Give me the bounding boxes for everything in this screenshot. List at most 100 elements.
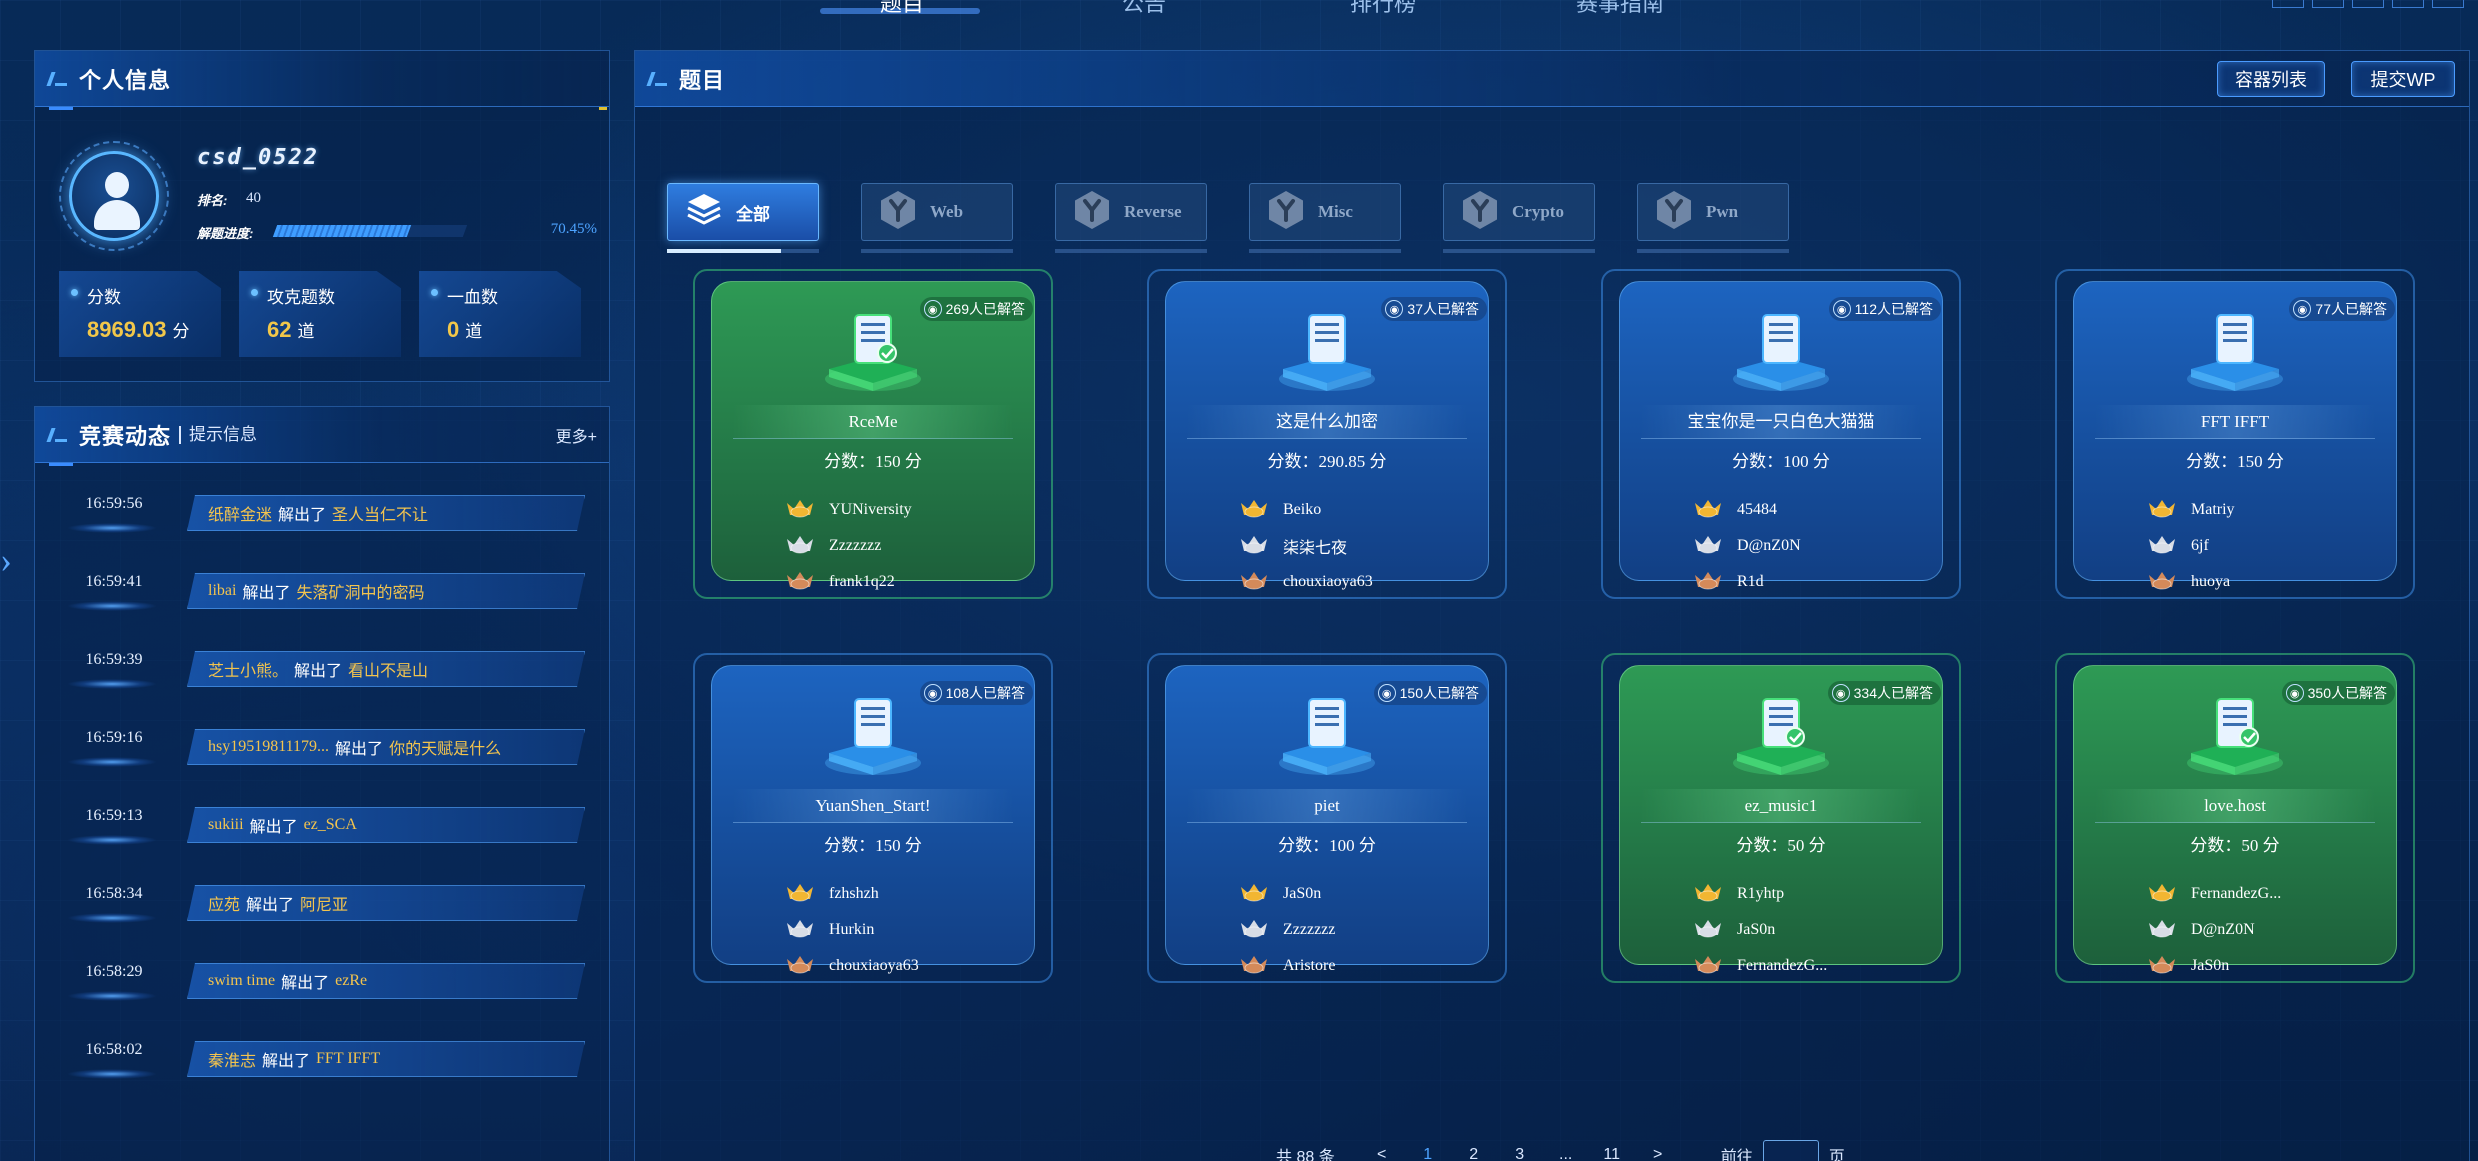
feed-message[interactable]: sukiii 解出了 ez_SCA [187,807,585,843]
feed-challenge[interactable]: 失落矿洞中的密码 [296,579,424,603]
challenge-card[interactable]: ◉ 108人已解答 YuanShen_Start! 分数：150 分 fzhshzh Hu… [693,653,1053,983]
category-tab-全部[interactable]: 全部 [667,183,819,263]
feed-message[interactable]: hsy19519811179... 解出了 你的天赋是什么 [187,729,585,765]
solve-count-badge: ◉ 350人已解答 [2281,681,2395,705]
feed-message[interactable]: libai 解出了 失落矿洞中的密码 [187,573,585,609]
stat-label: 分数 [87,288,121,307]
solver-name: JaS0n [2191,957,2230,974]
score-unit: 分 [904,836,922,855]
page-button-3[interactable]: 3 [1497,1146,1543,1161]
feed-user[interactable]: 芝士小熊。 [208,657,288,681]
top-solver-row: chouxiaoya63 [785,953,919,979]
solver-name: 柒柒七夜 [1283,540,1348,557]
solve-count: 350人已解答 [2307,685,2387,701]
users-icon: ◉ [1832,300,1851,318]
solver-name: chouxiaoya63 [1283,573,1373,590]
time-glow [67,991,157,1001]
feed-challenge[interactable]: FFT IFFT [316,1050,380,1068]
stat-first-blood: 一血数 0道 [419,271,581,357]
feed-message[interactable]: 纸醉金迷 解出了 圣人当仁不让 [187,495,585,531]
top-solver-row: FernandezG... [2147,881,2281,907]
challenge-card[interactable]: ◉ 150人已解答 piet 分数：100 分 JaS0n Zzzzzzz Aristore [1147,653,1507,983]
feed-user[interactable]: libai [208,582,236,600]
feed-message[interactable]: 芝士小熊。 解出了 看山不是山 [187,651,585,687]
control-button[interactable] [2432,0,2464,8]
category-tab-box: Web [861,183,1013,241]
page-button-1[interactable]: 1 [1405,1146,1451,1161]
feed-time: 16:59:13 [85,807,143,824]
document-solved-icon [2183,691,2287,781]
solve-count: 108人已解答 [945,685,1025,701]
feed-user[interactable]: 应苑 [208,891,240,915]
progress-bar-fill [272,225,412,237]
submit-wp-button[interactable]: 提交WP [2351,61,2455,97]
category-tab-web[interactable]: Web [861,183,1013,263]
feed-challenge[interactable]: ez_SCA [304,816,357,834]
feed-user[interactable]: hsy19519811179... [208,738,329,756]
feed-time: 16:58:02 [85,1041,143,1058]
score-value: 100 [1783,452,1809,471]
category-tab-misc[interactable]: Misc [1249,183,1401,263]
page-jump-input[interactable] [1762,1140,1819,1161]
bronze-medal-icon [2147,953,2191,980]
challenge-card[interactable]: ◉ 112人已解答 宝宝你是一只白色大猫猫 分数：100 分 45484 D@nZ0N R1… [1601,269,1961,599]
feed-user[interactable]: swim time [208,972,275,990]
control-button[interactable] [2392,0,2424,8]
feed-challenge[interactable]: ezRe [335,972,367,990]
category-tab-reverse[interactable]: Reverse [1055,183,1207,263]
document-solved-icon [1729,691,1833,781]
challenge-panel-header: 题目 容器列表 提交WP [635,51,2469,107]
category-tab-pwn[interactable]: Pwn [1637,183,1789,263]
solve-count-badge: ◉ 37人已解答 [1381,297,1487,321]
control-button[interactable] [2272,0,2304,8]
top-solver-row: Matriy [2147,497,2235,523]
feed-panel-subtitle[interactable]: 提示信息 [179,425,257,444]
feed-verb: 解出了 [249,819,298,836]
nav-item-challenges[interactable]: 题目 [880,0,924,18]
feed-user[interactable]: sukiii [208,816,244,834]
challenge-panel: 题目 容器列表 提交WP 全部 Web Reverse Misc Crypto Pwn ◉… [634,50,2470,1161]
header-mark-icon [49,72,67,86]
profile-panel: 个人信息 csd_0522 排名: 40 解题进度: 70.45% 分数 896… [34,50,610,382]
challenge-card[interactable]: ◉ 334人已解答 ez_music1 分数：50 分 R1yhtp JaS0n Ferna… [1601,653,1961,983]
feed-challenge[interactable]: 阿尼亚 [300,891,348,915]
challenge-card[interactable]: ◉ 77人已解答 FFT IFFT 分数：150 分 Matriy 6jf huoya [2055,269,2415,599]
challenge-card[interactable]: ◉ 350人已解答 love.host 分数：50 分 FernandezG... D@n… [2055,653,2415,983]
progress-bar [272,225,468,237]
pagination-ellipsis[interactable]: ... [1543,1146,1589,1161]
solver-name: FernandezG... [1737,957,1828,974]
challenge-card[interactable]: ◉ 269人已解答 RceMe 分数：150 分 YUNiversity Zzzzzzz f… [693,269,1053,599]
next-page-button[interactable]: > [1635,1146,1681,1161]
feed-message[interactable]: swim time 解出了 ezRe [187,963,585,999]
score-unit: 分 [1808,836,1826,855]
feed-challenge[interactable]: 你的天赋是什么 [389,735,501,759]
control-button[interactable] [2352,0,2384,8]
feed-message[interactable]: 应苑 解出了 阿尼亚 [187,885,585,921]
control-button[interactable] [2312,0,2344,8]
prev-page-button[interactable]: < [1359,1146,1405,1161]
top-solver-row: FernandezG... [1693,953,1827,979]
feed-user[interactable]: 纸醉金迷 [208,501,272,525]
feed-challenge[interactable]: 圣人当仁不让 [332,501,428,525]
challenge-card[interactable]: ◉ 37人已解答 这是什么加密 分数：290.85 分 Beiko 柒柒七夜 chouxia… [1147,269,1507,599]
nav-item-leaderboard[interactable]: 排行榜 [1350,0,1416,18]
gold-medal-icon [785,497,829,524]
top-solver-row: Hurkin [785,917,874,943]
avatar[interactable] [69,151,159,241]
solve-count-badge: ◉ 150人已解答 [1373,681,1487,705]
sidebar-expand-icon[interactable]: › [0,535,22,585]
window-controls [2272,0,2464,8]
more-link[interactable]: 更多+ [556,423,597,447]
challenge-score: 分数：150 分 [733,447,1013,472]
nav-item-guide[interactable]: 赛事指南 [1576,0,1664,18]
container-list-button[interactable]: 容器列表 [2217,61,2325,97]
page-button-2[interactable]: 2 [1451,1146,1497,1161]
feed-message[interactable]: 秦淮志 解出了 FFT IFFT [187,1041,585,1077]
nav-item-announcements[interactable]: 公告 [1122,0,1166,18]
feed-challenge[interactable]: 看山不是山 [348,657,428,681]
profile-panel-header: 个人信息 [35,51,609,110]
page-button-last[interactable]: 11 [1589,1146,1635,1161]
feed-time: 16:59:39 [85,651,143,668]
category-tab-crypto[interactable]: Crypto [1443,183,1595,263]
feed-user[interactable]: 秦淮志 [208,1047,256,1071]
